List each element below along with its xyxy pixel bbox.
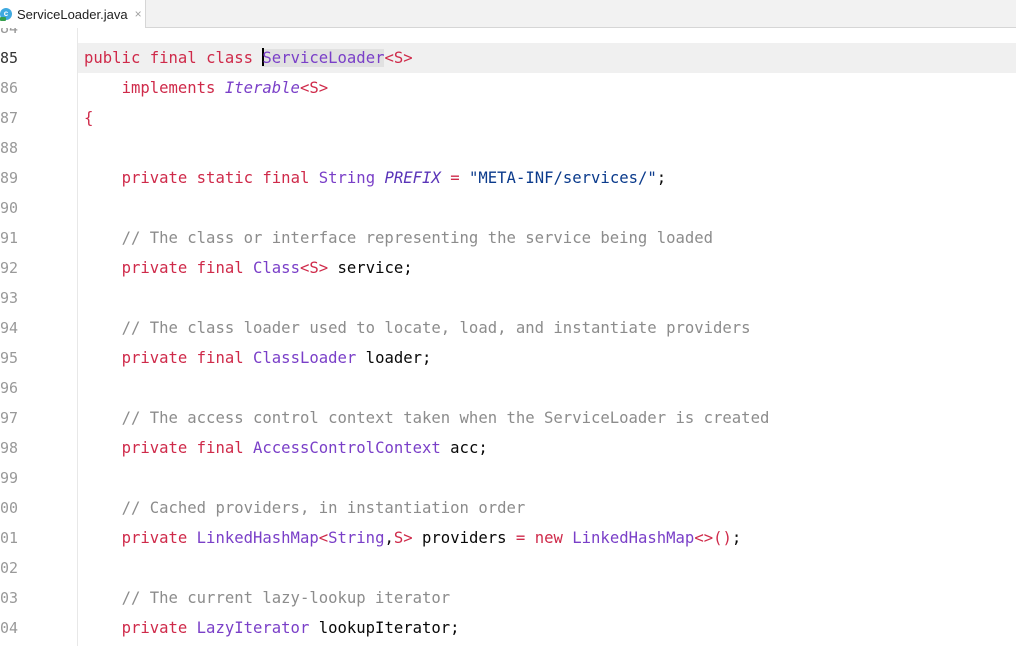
tab-serviceloader-java[interactable]: c ServiceLoader.java × [0,0,146,28]
code-comment: // Cached providers, in instantiation or… [121,499,526,517]
code-line: private static final String PREFIX = "ME… [121,169,667,187]
code-line: { [84,109,94,127]
code-comment: // The current lazy-lookup iterator [121,589,451,607]
line-number: 98 [0,439,19,457]
code-editor[interactable]: 84 85 86 87 88 89 90 91 92 93 94 95 96 9… [0,28,1016,646]
line-number: 84 [0,28,19,37]
line-number: 97 [0,409,19,427]
line-number: 00 [0,499,19,517]
tab-filename: ServiceLoader.java [17,6,128,22]
line-number: 94 [0,319,19,337]
line-number: 88 [0,139,19,157]
code-comment: // The class or interface representing t… [121,229,714,247]
line-number: 91 [0,229,19,247]
line-number: 85 [0,49,19,67]
line-number: 93 [0,289,19,307]
line-number: 03 [0,589,19,607]
code-line: private final Class<S> service; [121,259,413,277]
code-line: public final class ServiceLoader<S> [84,48,413,67]
editor-tab-bar: c ServiceLoader.java × [0,0,1016,28]
close-icon[interactable]: × [135,7,142,21]
line-number: 99 [0,469,19,487]
code-text-area[interactable]: public final class ServiceLoader<S> impl… [78,28,1016,646]
code-line: private LinkedHashMap<String,S> provider… [121,529,742,547]
line-number: 04 [0,619,19,637]
code-comment: // The access control context taken when… [121,409,770,427]
code-line: private final ClassLoader loader; [121,349,432,367]
line-number: 92 [0,259,19,277]
line-number: 90 [0,199,19,217]
code-line: private final AccessControlContext acc; [121,439,488,457]
line-number: 96 [0,379,19,397]
selected-class-name[interactable]: ServiceLoader [262,48,385,67]
line-number: 89 [0,169,19,187]
code-comment: // The class loader used to locate, load… [121,319,751,337]
java-class-icon: c [0,8,12,21]
line-number: 02 [0,559,19,577]
line-number-gutter: 84 85 86 87 88 89 90 91 92 93 94 95 96 9… [0,28,78,646]
code-line: implements Iterable<S> [121,79,329,97]
line-number: 87 [0,109,19,127]
line-number: 95 [0,349,19,367]
line-number: 86 [0,79,19,97]
line-number: 01 [0,529,19,547]
code-line: private LazyIterator lookupIterator; [121,619,460,637]
